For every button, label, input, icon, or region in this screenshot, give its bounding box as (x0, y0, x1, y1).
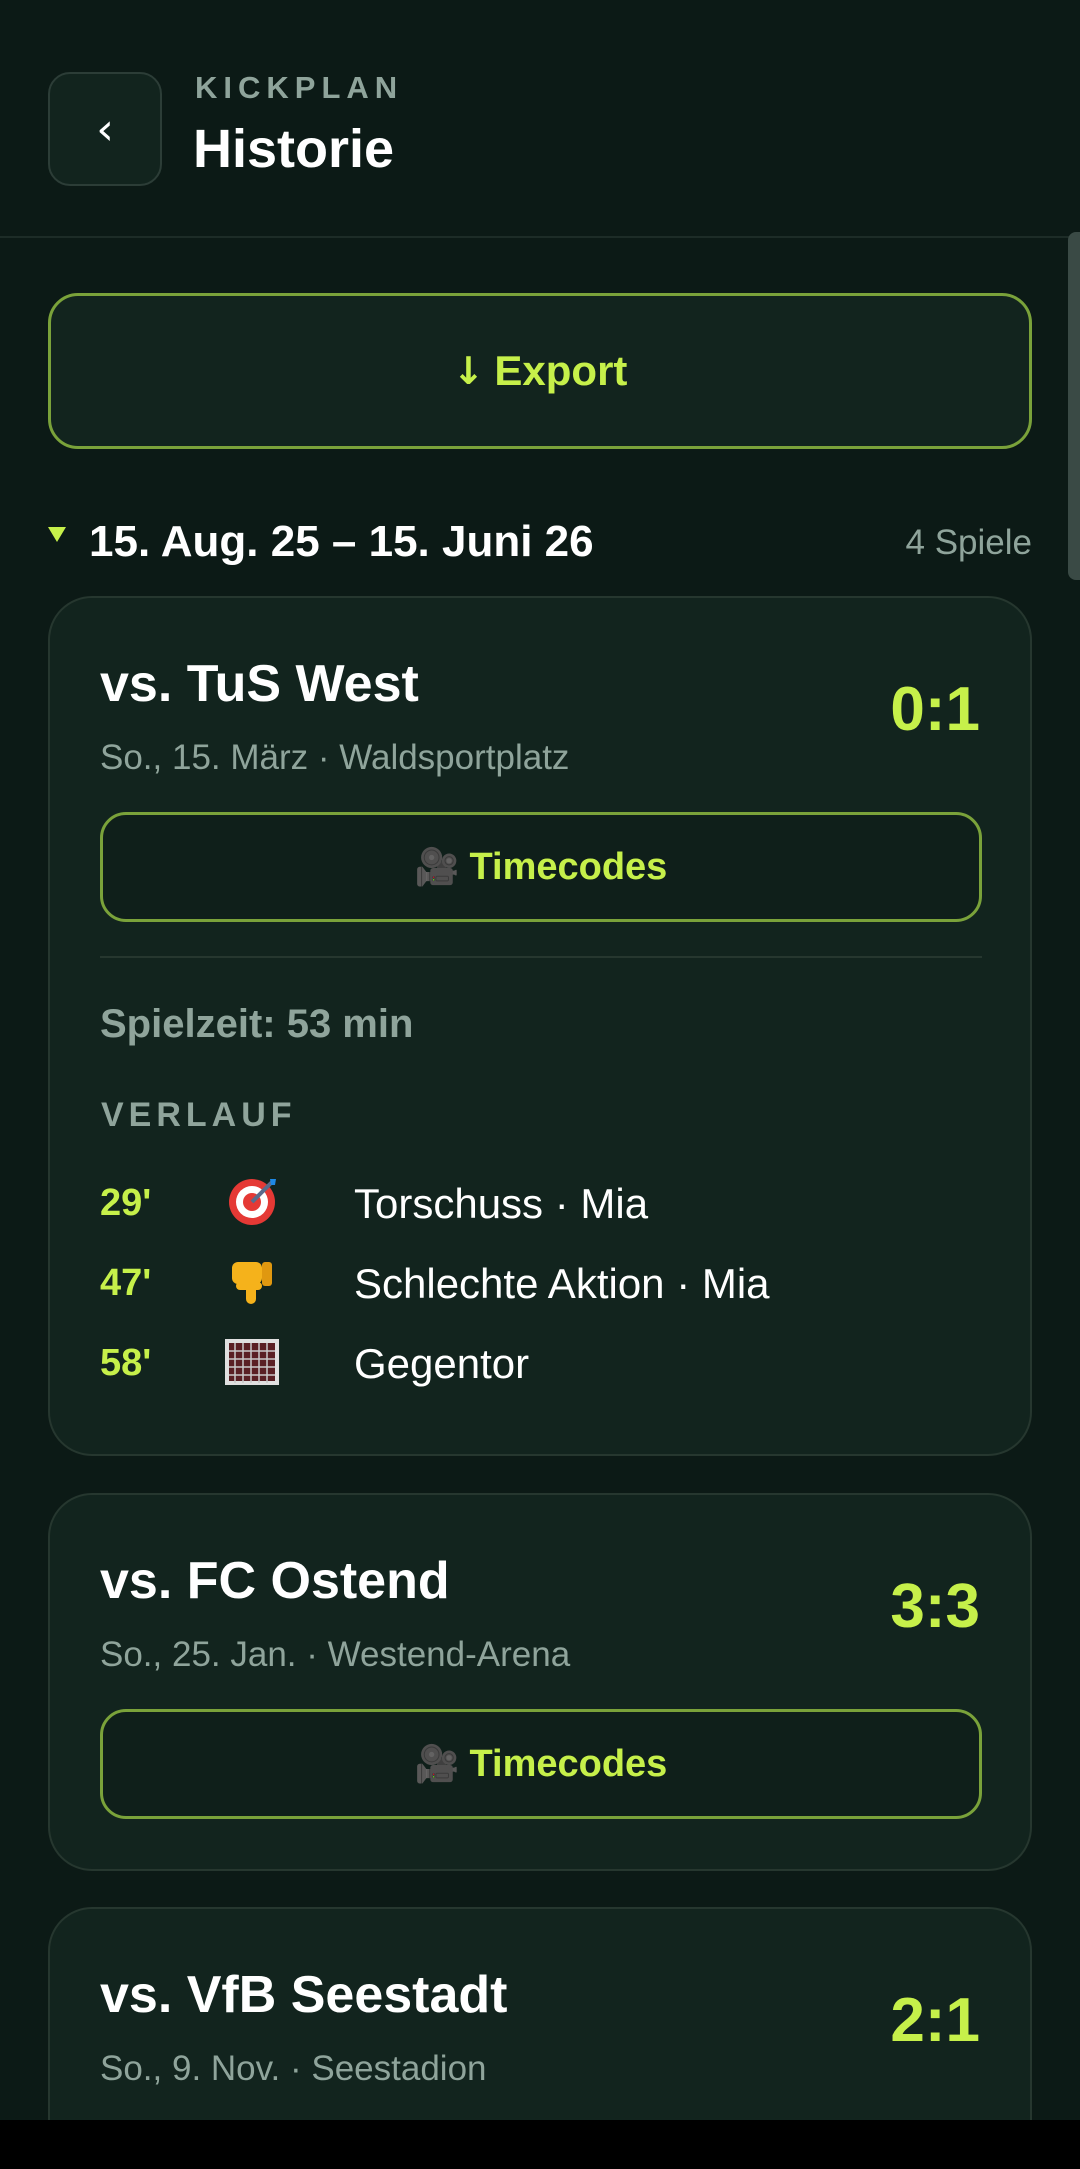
opponent-name: vs. FC Ostend (100, 1552, 450, 1610)
match-score: 0:1 (890, 675, 980, 744)
timeline-event: 29' Torschuss · Mia (100, 1168, 982, 1238)
timeline-event: 58' Gegentor (100, 1328, 982, 1398)
playtime: Spielzeit: 53 min (100, 1002, 414, 1046)
season-range: 15. Aug. 25 – 15. Juni 26 (89, 517, 594, 566)
back-button[interactable]: ‹ (48, 72, 162, 186)
event-minute: 58' (100, 1342, 152, 1384)
match-meta: So., 15. März · Waldsportplatz (100, 738, 570, 777)
history-screen: ‹ KICKPLAN Historie ↓ Export 15. Aug. 25… (0, 0, 1080, 2169)
match-meta: So., 25. Jan. · Westend-Arena (100, 1635, 571, 1674)
event-text: Torschuss · Mia (354, 1180, 649, 1227)
timecodes-button[interactable]: 🎥 Timecodes (100, 812, 982, 922)
timecodes-button[interactable]: 🎥 Timecodes (100, 1709, 982, 1819)
thumbs-down-icon (224, 1254, 280, 1310)
opponent-name: vs. VfB Seestadt (100, 1966, 508, 2024)
film-camera-icon: 🎥 (414, 847, 460, 888)
match-card[interactable]: vs. TuS West 0:1 So., 15. März · Waldspo… (48, 596, 1032, 1456)
app-header: ‹ KICKPLAN Historie (0, 0, 1080, 238)
export-label: Export (494, 347, 628, 394)
event-minute: 47' (100, 1262, 152, 1304)
timecodes-label: Timecodes (469, 1742, 668, 1785)
page-title: Historie (193, 119, 395, 179)
match-meta: So., 9. Nov. · Seestadion (100, 2049, 487, 2088)
download-arrow-icon: ↓ (452, 349, 485, 393)
game-count: 4 Spiele (905, 523, 1032, 562)
target-icon (224, 1174, 280, 1230)
event-text: Gegentor (354, 1340, 530, 1387)
app-brand: KICKPLAN (195, 70, 404, 105)
match-score: 3:3 (890, 1572, 980, 1641)
match-card[interactable]: vs. FC Ostend 3:3 So., 25. Jan. · Westen… (48, 1493, 1032, 1871)
event-minute: 29' (100, 1182, 152, 1224)
export-button[interactable]: ↓ Export (48, 293, 1032, 449)
film-camera-icon: 🎥 (414, 1744, 460, 1785)
timeline-event: 47' Schlechte Aktion · Mia (100, 1248, 982, 1318)
timecodes-label: Timecodes (469, 845, 668, 888)
divider (100, 956, 982, 958)
match-score: 2:1 (890, 1986, 980, 2055)
goal-net-icon (224, 1334, 280, 1390)
chevron-left-icon: ‹ (96, 103, 114, 155)
season-header[interactable]: 15. Aug. 25 – 15. Juni 26 4 Spiele (0, 505, 1080, 575)
collapse-triangle-icon[interactable] (48, 527, 66, 542)
timeline-heading: VERLAUF (101, 1096, 297, 1134)
opponent-name: vs. TuS West (100, 655, 419, 713)
event-text: Schlechte Aktion · Mia (354, 1260, 770, 1307)
system-navigation-bar (0, 2120, 1080, 2169)
